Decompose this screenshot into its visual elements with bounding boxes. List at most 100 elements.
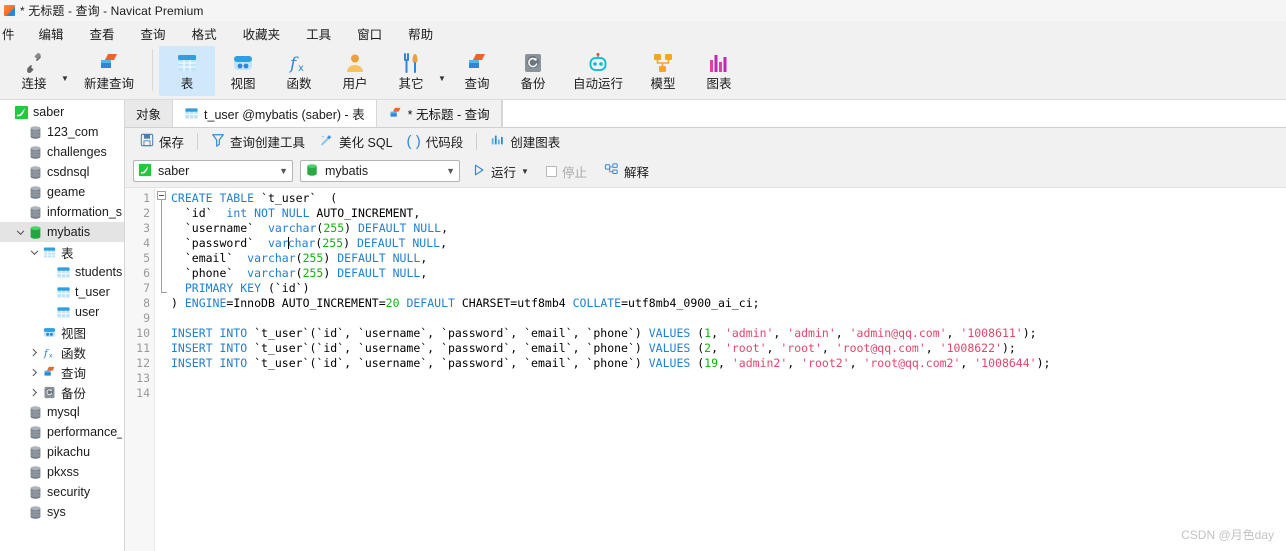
code-token: `t_user`(`id`, `username`, `password`, `…: [247, 356, 649, 370]
ribbon-connection[interactable]: 连接: [6, 46, 62, 96]
menu-tools[interactable]: 工具: [293, 22, 344, 45]
tree-item-students[interactable]: students: [0, 262, 124, 282]
tree-item-user[interactable]: user: [0, 302, 124, 322]
code-token: 'admin@qq.com': [849, 326, 947, 340]
chevron-down-icon[interactable]: [14, 228, 27, 237]
save-button[interactable]: 保存: [133, 129, 191, 154]
database-select[interactable]: mybatis ▼: [300, 160, 460, 182]
run-caret-icon[interactable]: ▼: [521, 167, 529, 176]
connection-value: saber: [158, 164, 190, 178]
code-token: `t_user`(`id`, `username`, `password`, `…: [247, 326, 649, 340]
code-token: (: [690, 341, 705, 355]
run-button[interactable]: 运行 ▼: [467, 159, 534, 184]
backup-icon: [41, 385, 58, 400]
code-token: 'admin': [787, 326, 836, 340]
tree-item-[interactable]: 视图: [0, 322, 124, 342]
tab-objects[interactable]: 对象: [125, 100, 174, 127]
ribbon-model[interactable]: 模型: [635, 46, 691, 96]
ribbon-view[interactable]: 视图: [215, 46, 271, 96]
tree-item-t_user[interactable]: t_user: [0, 282, 124, 302]
code-line: `phone` varchar(255) DEFAULT NULL,: [171, 266, 1286, 281]
tree-item-information_schema[interactable]: information_schema: [0, 202, 124, 222]
tree-item-saber[interactable]: saber: [0, 102, 124, 122]
code-token: ,: [773, 326, 788, 340]
code-snippet-button[interactable]: ( ) 代码段: [400, 129, 471, 154]
tree-item-pikachu[interactable]: pikachu: [0, 442, 124, 462]
fold-toggle-icon[interactable]: [157, 191, 166, 200]
connection-bar: saber ▼ mybatis ▼ 运行 ▼ 停止 解释: [125, 155, 1286, 187]
ribbon-connection-dropdown-icon[interactable]: ▼: [60, 47, 70, 97]
menu-window[interactable]: 窗口: [344, 22, 395, 45]
chevron-down-icon[interactable]: [28, 248, 41, 257]
tree-item-pkxss[interactable]: pkxss: [0, 462, 124, 482]
tree-item-[interactable]: 查询: [0, 362, 124, 382]
code-token: 'admin': [724, 326, 774, 340]
query-builder-button[interactable]: 查询创建工具: [204, 129, 312, 154]
code-token: DEFAULT: [406, 296, 455, 310]
code-token: COLLATE: [572, 296, 622, 310]
chevron-right-icon[interactable]: [28, 388, 41, 397]
explain-button[interactable]: 解释: [599, 159, 654, 184]
tree-item-performance_schema[interactable]: performance_schema: [0, 422, 124, 442]
save-label: 保存: [159, 136, 185, 150]
line-number: 1: [143, 191, 150, 205]
menu-edit[interactable]: 编辑: [26, 22, 77, 45]
code-token: '1008644': [974, 356, 1037, 370]
beautify-sql-button[interactable]: 美化 SQL: [312, 129, 400, 154]
ribbon-function[interactable]: f x 函数: [271, 46, 327, 96]
menu-view[interactable]: 查看: [77, 22, 128, 45]
tree-item-mybatis[interactable]: mybatis: [0, 222, 124, 242]
menu-query[interactable]: 查询: [128, 22, 179, 45]
ribbon-user[interactable]: 用户: [327, 46, 383, 96]
tree-item-[interactable]: 备份: [0, 382, 124, 402]
sql-editor[interactable]: 1 2 3 4 5 6 7 8 9 10 11 12 13 14 CREATE TABLE `t_user…: [125, 187, 1286, 551]
tree-item-123_com[interactable]: 123_com: [0, 122, 124, 142]
menu-file[interactable]: 件: [0, 22, 26, 45]
ribbon-view-label: 视图: [230, 76, 256, 91]
tree-item-sys[interactable]: sys: [0, 502, 124, 522]
tree-item-csdnsql[interactable]: csdnsql: [0, 162, 124, 182]
ribbon-query[interactable]: 查询: [449, 46, 505, 96]
database-icon: [27, 465, 44, 480]
query-toolbar-separator: [197, 133, 199, 150]
menu-favorites[interactable]: 收藏夹: [230, 22, 294, 45]
ribbon-other[interactable]: 其它: [383, 46, 439, 96]
menu-format[interactable]: 格式: [179, 22, 230, 45]
connection-select[interactable]: saber ▼: [133, 160, 293, 182]
tree-item-challenges[interactable]: challenges: [0, 142, 124, 162]
watermark: CSDN @月色day: [1181, 528, 1274, 542]
ribbon-automation[interactable]: 自动运行: [561, 46, 635, 96]
menu-help[interactable]: 帮助: [395, 22, 446, 45]
save-icon: [140, 133, 154, 150]
ribbon-other-dropdown-icon[interactable]: ▼: [437, 47, 447, 97]
tree-item-security[interactable]: security: [0, 482, 124, 502]
tab-untitled-query[interactable]: * 无标题 - 查询: [376, 100, 502, 127]
navigation-tree[interactable]: saber 123_com challenges csdnsql geame inform…: [0, 100, 125, 551]
code-token: `id`: [171, 206, 227, 220]
tab-t-user[interactable]: t_user @mybatis (saber) - 表: [173, 100, 377, 127]
code-token: DEFAULT NULL: [357, 236, 441, 250]
window-title: * 无标题 - 查询 - Navicat Premium: [20, 4, 204, 18]
tree-item-[interactable]: f x 函数: [0, 342, 124, 362]
tree-item-[interactable]: 表: [0, 242, 124, 262]
query-toolbar-separator-2: [476, 133, 478, 150]
fold-gutter[interactable]: [155, 188, 171, 551]
chevron-right-icon[interactable]: [28, 368, 41, 377]
create-chart-button[interactable]: 创建图表: [483, 129, 567, 154]
chevron-down-icon-2[interactable]: ▼: [446, 166, 455, 176]
code-token: int: [226, 206, 248, 220]
ribbon-new-query[interactable]: 新建查询: [72, 46, 146, 96]
ribbon-model-label: 模型: [650, 76, 676, 91]
ribbon-chart[interactable]: 图表: [691, 46, 747, 96]
tree-item-mysql[interactable]: mysql: [0, 402, 124, 422]
code-content[interactable]: CREATE TABLE `t_user` ( `id` int NOT NUL…: [171, 188, 1286, 551]
code-token: =utf8mb4_0900_ai_ci;: [621, 296, 760, 310]
tree-item-geame[interactable]: geame: [0, 182, 124, 202]
ribbon-backup[interactable]: 备份: [505, 46, 561, 96]
code-token: varchar: [247, 251, 296, 265]
code-token: DEFAULT NULL: [337, 266, 421, 280]
ribbon-table[interactable]: 表: [159, 46, 215, 96]
chevron-down-icon[interactable]: ▼: [279, 166, 288, 176]
chevron-right-icon[interactable]: [28, 348, 41, 357]
